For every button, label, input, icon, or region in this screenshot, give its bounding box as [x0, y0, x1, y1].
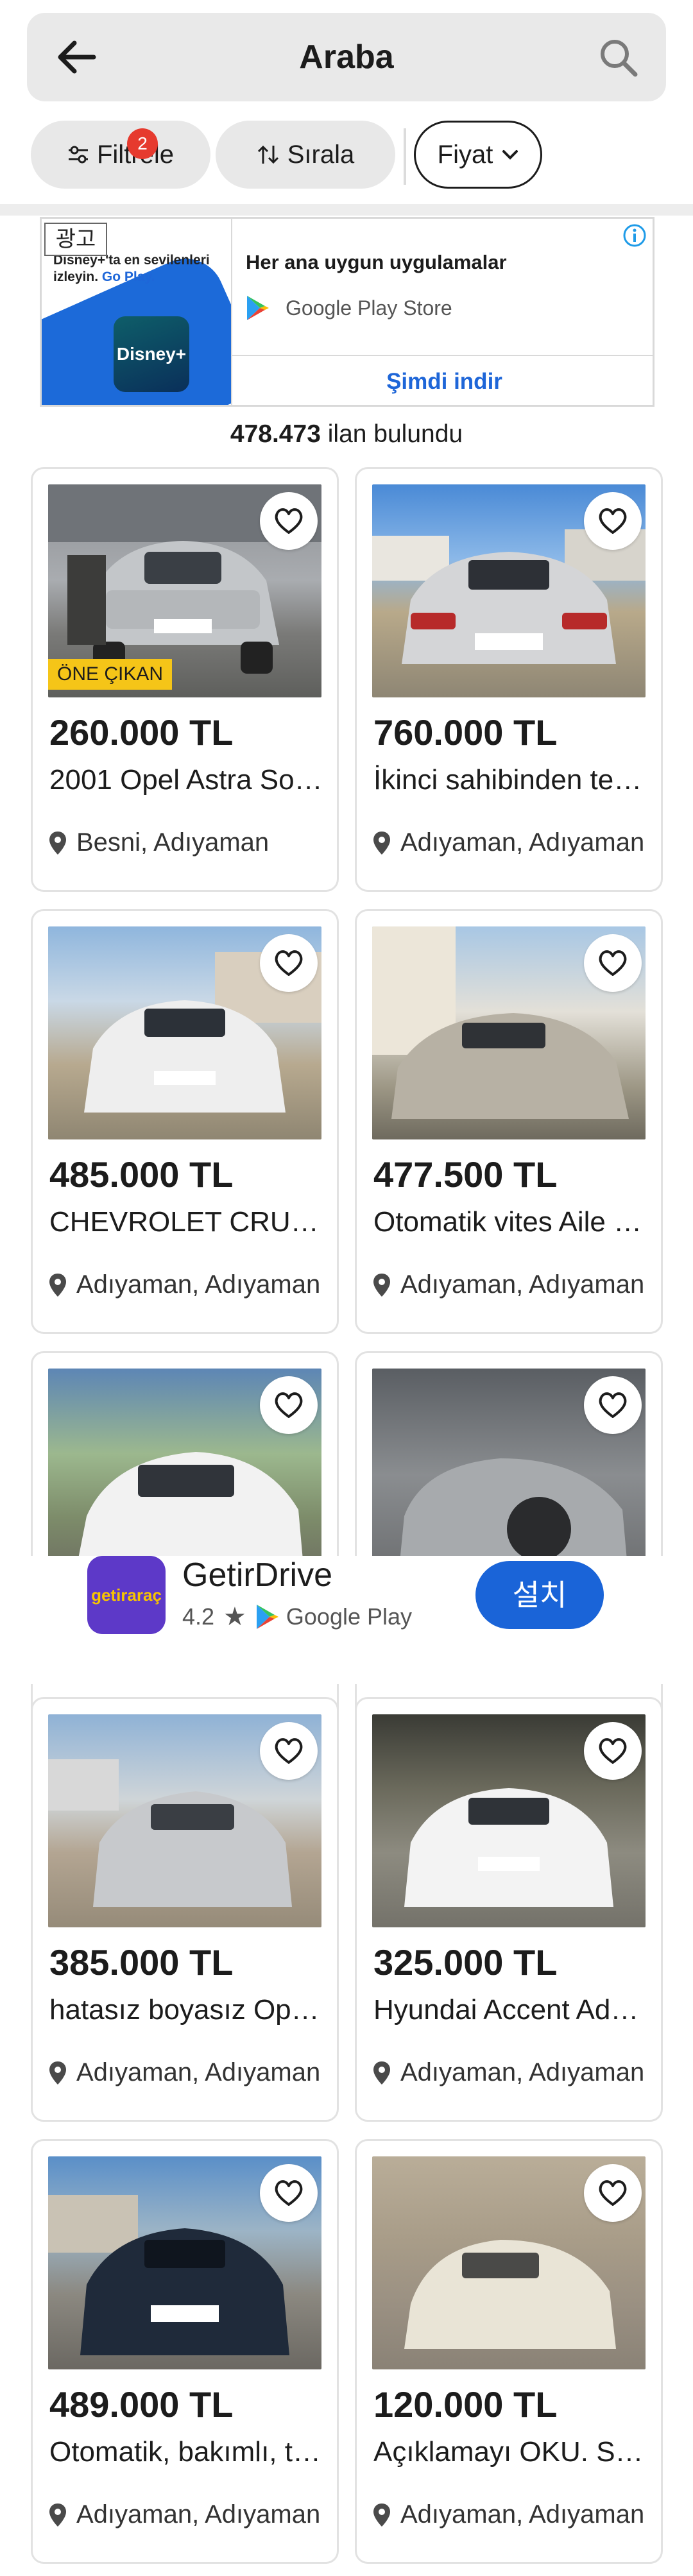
search-bar[interactable]: Araba: [27, 13, 666, 101]
sort-label: Sırala: [287, 140, 355, 169]
heart-icon: [275, 508, 303, 534]
favorite-heart-button[interactable]: [260, 934, 318, 992]
favorite-heart-button[interactable]: [260, 2164, 318, 2222]
listing-card[interactable]: 489.000 TL Otomatik, bakımlı, temiz Adıy…: [31, 2139, 339, 2564]
listing-location: Adıyaman, Adıyaman: [48, 2500, 324, 2529]
listing-title: Hyundai Accent Admire: [373, 1994, 649, 2026]
listing-price: 325.000 TL: [373, 1942, 558, 1983]
location-pin-icon: [373, 831, 390, 855]
app-name: GetirDrive: [182, 1557, 333, 1594]
ad-store: Google Play Store: [246, 294, 452, 321]
listing-card[interactable]: ÖNE ÇIKAN 260.000 TL 2001 Opel Astra Sol…: [31, 467, 339, 892]
price-label: Fiyat: [437, 140, 493, 169]
listing-location: Adıyaman, Adıyaman: [48, 2058, 324, 2087]
favorite-heart-button[interactable]: [260, 492, 318, 550]
favorite-heart-button[interactable]: [584, 934, 642, 992]
listing-price: 120.000 TL: [373, 2384, 558, 2425]
location-pin-icon: [49, 2061, 66, 2085]
listing-price: 489.000 TL: [49, 2384, 234, 2425]
listing-card[interactable]: 325.000 TL Hyundai Accent Admire Adıyama…: [355, 1697, 663, 2122]
listing-title: 2001 Opel Astra Sol Temiz: [49, 764, 325, 796]
listing-location: Adıyaman, Adıyaman: [372, 1270, 648, 1299]
disney-logo: Disney+: [114, 316, 189, 392]
listing-location: Adıyaman, Adıyaman: [48, 1270, 324, 1299]
ad-tag: 광고: [44, 223, 107, 256]
listing-title: CHEVROLET CRUZE 1.6: [49, 1206, 325, 1238]
listing-card[interactable]: 477.500 TL Otomatik vites Aile aracı Adı…: [355, 909, 663, 1334]
sort-arrows-icon: [257, 145, 278, 164]
listing-price: 260.000 TL: [49, 712, 234, 753]
listing-card[interactable]: 760.000 TL İkinci sahibinden temiz Adıya…: [355, 467, 663, 892]
favorite-heart-button[interactable]: [584, 2164, 642, 2222]
filter-sliders-icon: [68, 146, 88, 164]
location-pin-icon: [49, 831, 66, 855]
listing-price: 485.000 TL: [49, 1154, 234, 1195]
filter-count-badge: 2: [127, 128, 158, 159]
heart-icon: [599, 1738, 627, 1764]
ad-image[interactable]: Disney+'ta en sevilenleri izleyin. Go Pl…: [42, 219, 231, 405]
favorite-heart-button[interactable]: [260, 1722, 318, 1780]
listing-title: hatasız boyasız Opel Astra: [49, 1994, 325, 2026]
heart-icon: [275, 950, 303, 976]
ad-image-text: Disney+'ta en sevilenleri izleyin. Go Pl…: [53, 253, 210, 284]
heart-icon: [275, 2180, 303, 2206]
filter-button[interactable]: Filtrele: [31, 121, 210, 189]
ad-banner[interactable]: Disney+'ta en sevilenleri izleyin. Go Pl…: [40, 217, 654, 407]
heart-icon: [599, 2180, 627, 2206]
heart-icon: [275, 1738, 303, 1764]
search-icon[interactable]: [598, 37, 639, 78]
location-pin-icon: [49, 1273, 66, 1297]
location-pin-icon: [49, 2503, 66, 2527]
app-rating: 4.2 ★ Google Play: [182, 1603, 413, 1631]
favorite-heart-button[interactable]: [260, 1376, 318, 1434]
listing-title: İkinci sahibinden temiz: [373, 764, 649, 796]
listing-title: Otomatik vites Aile aracı: [373, 1206, 649, 1238]
heart-icon: [599, 1392, 627, 1418]
chevron-down-icon: [502, 150, 518, 160]
heart-icon: [599, 508, 627, 534]
listing-price: 760.000 TL: [373, 712, 558, 753]
listing-price: 385.000 TL: [49, 1942, 234, 1983]
star-icon: ★: [223, 1603, 246, 1631]
listing-location: Besni, Adıyaman: [48, 828, 324, 857]
price-dropdown[interactable]: Fiyat: [414, 121, 542, 189]
getir-app-icon: getiraraç: [87, 1556, 166, 1634]
google-play-icon: [247, 296, 269, 320]
listing-title: Otomatik, bakımlı, temiz: [49, 2436, 325, 2468]
results-count: 478.473 ilan bulundu: [230, 420, 463, 448]
app-install-ad[interactable]: getiraraç GetirDrive 4.2 ★ Google Play 설…: [0, 1556, 693, 1684]
listing-card[interactable]: 120.000 TL Açıklamayı OKU. Sahibinden Ad…: [355, 2139, 663, 2564]
listing-title: Açıklamayı OKU. Sahibinden: [373, 2436, 649, 2468]
location-pin-icon: [373, 1273, 390, 1297]
google-play-icon: [256, 1605, 278, 1629]
page-title: Araba: [299, 38, 394, 76]
favorite-heart-button[interactable]: [584, 1722, 642, 1780]
section-divider: [0, 204, 693, 216]
listing-card[interactable]: 385.000 TL hatasız boyasız Opel Astra Ad…: [31, 1697, 339, 2122]
listing-card[interactable]: 485.000 TL CHEVROLET CRUZE 1.6 Adıyaman,…: [31, 909, 339, 1334]
heart-icon: [275, 1392, 303, 1418]
listing-location: Adıyaman, Adıyaman: [372, 2500, 648, 2529]
filter-divider: [404, 128, 406, 185]
favorite-heart-button[interactable]: [584, 492, 642, 550]
listing-location: Adıyaman, Adıyaman: [372, 828, 648, 857]
location-pin-icon: [373, 2061, 390, 2085]
listing-price: 477.500 TL: [373, 1154, 558, 1195]
install-button[interactable]: 설치: [475, 1561, 604, 1629]
location-pin-icon: [373, 2503, 390, 2527]
listing-location: Adıyaman, Adıyaman: [372, 2058, 648, 2087]
ad-headline: Her ana uygun uygulamalar: [246, 251, 507, 273]
info-icon[interactable]: [622, 223, 647, 248]
sort-button[interactable]: Sırala: [216, 121, 395, 189]
favorite-heart-button[interactable]: [584, 1376, 642, 1434]
featured-badge: ÖNE ÇIKAN: [48, 659, 173, 690]
heart-icon: [599, 950, 627, 976]
ad-install-link[interactable]: Şimdi indir: [232, 356, 653, 405]
